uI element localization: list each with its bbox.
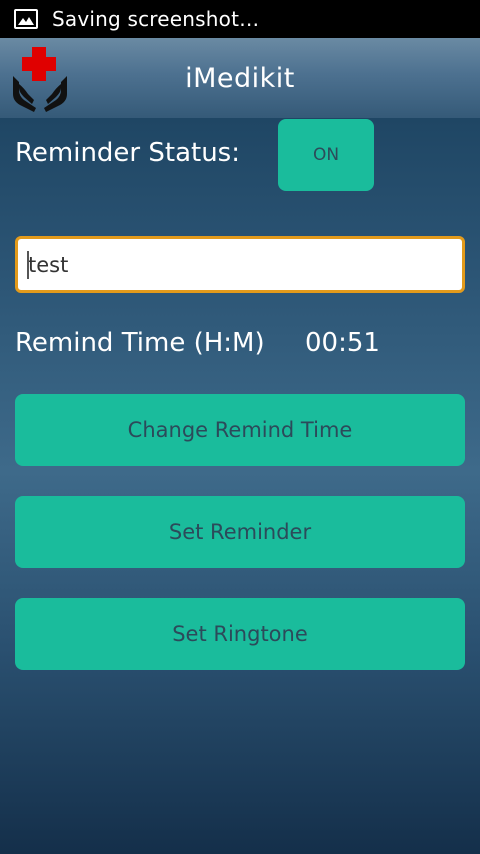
remind-time-label: Remind Time (H:M) — [15, 328, 265, 358]
set-ringtone-button[interactable]: Set Ringtone — [15, 598, 465, 670]
reminder-status-row: Reminder Status: ON — [15, 118, 465, 194]
content-area: Reminder Status: ON Remind Time (H:M) 00… — [0, 118, 480, 854]
text-cursor — [27, 251, 29, 279]
action-bar: iMedikit — [0, 38, 480, 118]
set-reminder-button[interactable]: Set Reminder — [15, 496, 465, 568]
reminder-name-input[interactable] — [15, 236, 465, 293]
reminder-status-toggle[interactable]: ON — [278, 119, 374, 191]
medical-cross-hands-icon[interactable] — [10, 44, 70, 112]
image-icon — [14, 9, 38, 29]
reminder-status-label: Reminder Status: — [15, 138, 240, 168]
change-remind-time-button[interactable]: Change Remind Time — [15, 394, 465, 466]
app-title: iMedikit — [185, 62, 295, 94]
remind-time-value: 00:51 — [305, 328, 380, 358]
status-bar: Saving screenshot… — [0, 0, 480, 38]
status-notification-text: Saving screenshot… — [52, 7, 260, 31]
